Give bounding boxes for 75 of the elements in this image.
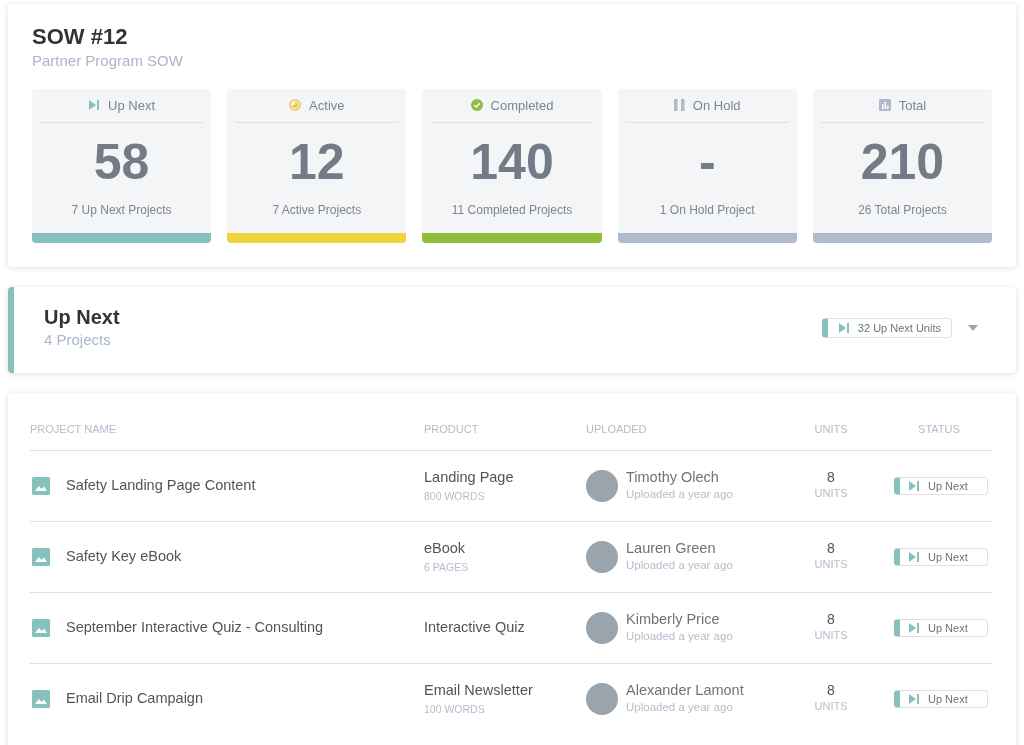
bar-chart-icon [878, 99, 891, 112]
sow-title: SOW #12 [32, 24, 129, 51]
dropdown-caret-icon[interactable] [968, 325, 978, 332]
section-subtitle: 4 Projects [44, 329, 112, 350]
status-pill: Up Next [894, 618, 988, 637]
uploader-name: Lauren Green [626, 539, 717, 557]
product-name: Email Newsletter [424, 681, 534, 701]
uploader-name: Kimberly Price [626, 610, 721, 628]
units-count: 8 [826, 469, 836, 486]
status-pill: Up Next [894, 476, 988, 495]
section-title: Up Next [44, 304, 120, 329]
uploader-name: Timothy Olech [626, 468, 720, 486]
stat-caption: 7 Up Next Projects [70, 201, 173, 219]
units-label: UNITS [813, 699, 849, 715]
column-header: PRODUCT [424, 422, 480, 438]
units-badge: 32 Up Next Units [821, 317, 952, 339]
column-header: UPLOADED [586, 422, 648, 438]
stat-caption: 26 Total Projects [857, 201, 948, 219]
project-name[interactable]: Safety Landing Page Content [66, 475, 256, 497]
units-count: 8 [826, 611, 836, 628]
stat-value: 210 [859, 136, 946, 187]
skip-icon [908, 692, 920, 705]
stat-label: Completed [490, 96, 554, 115]
upload-time: Uploaded a year ago [626, 486, 733, 502]
avatar [586, 611, 618, 644]
units-label: UNITS [813, 486, 849, 502]
product-name: eBook [424, 539, 467, 559]
units-label: UNITS [813, 557, 849, 573]
pause-icon [673, 99, 685, 112]
stat-label: Total [898, 96, 927, 115]
column-header: PROJECT NAME [30, 422, 117, 438]
column-header: UNITS [813, 422, 849, 438]
skip-icon [908, 550, 920, 563]
units-count: 8 [826, 540, 836, 557]
product-detail: 6 PAGES [424, 559, 470, 575]
clock-icon [289, 99, 302, 112]
stat-caption: 7 Active Projects [271, 201, 363, 219]
avatar [586, 540, 618, 573]
status-pill: Up Next [894, 547, 988, 566]
image-icon [32, 547, 50, 566]
stat-value: - [697, 136, 717, 187]
units-count: 8 [826, 682, 836, 699]
column-header: STATUS [917, 422, 961, 438]
stat-caption: 1 On Hold Project [658, 201, 756, 219]
sow-subtitle: Partner Program SOW [32, 51, 184, 72]
stat-label: Active [309, 96, 345, 115]
skip-icon [88, 99, 101, 112]
stat-label: On Hold [692, 96, 741, 115]
project-name[interactable]: Email Drip Campaign [66, 688, 203, 710]
product-name: Interactive Quiz [424, 618, 526, 637]
upload-time: Uploaded a year ago [626, 699, 734, 715]
skip-icon [908, 479, 920, 492]
units-label: UNITS [813, 628, 849, 644]
project-name[interactable]: September Interactive Quiz - Consulting [66, 617, 324, 639]
product-name: Landing Page [424, 468, 515, 488]
check-circle-icon [470, 99, 483, 112]
project-name[interactable]: Safety Key eBook [66, 546, 182, 568]
stat-caption: 11 Completed Projects [450, 201, 574, 219]
upload-time: Uploaded a year ago [626, 628, 733, 644]
stat-value: 12 [288, 136, 346, 187]
avatar [586, 682, 618, 715]
stat-value: 58 [92, 136, 151, 187]
status-pill: Up Next [894, 689, 988, 708]
image-icon [32, 476, 50, 495]
avatar [586, 469, 618, 502]
product-detail: 800 WORDS [424, 488, 486, 504]
stat-label: Up Next [108, 96, 156, 115]
image-icon [32, 689, 50, 708]
stat-value: 140 [469, 136, 555, 187]
skip-icon [837, 322, 850, 335]
image-icon [32, 618, 50, 637]
skip-icon [908, 621, 920, 634]
product-detail: 100 WORDS [424, 701, 486, 717]
upload-time: Uploaded a year ago [626, 557, 733, 573]
uploader-name: Alexander Lamont [626, 681, 744, 699]
